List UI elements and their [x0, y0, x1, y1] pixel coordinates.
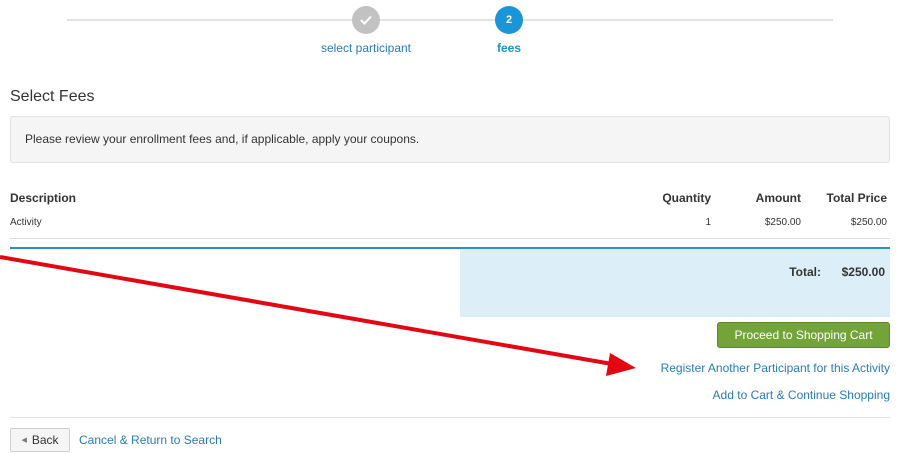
- proceed-to-cart-button[interactable]: Proceed to Shopping Cart: [717, 322, 890, 348]
- triangle-left-icon: ◀: [21, 437, 27, 444]
- stepper-line: [380, 19, 495, 21]
- progress-stepper: 2 select participant fees: [0, 0, 905, 70]
- back-button-label: Back: [31, 433, 59, 447]
- add-to-cart-continue-link[interactable]: Add to Cart & Continue Shopping: [713, 388, 890, 402]
- column-header-quantity: Quantity: [662, 191, 711, 205]
- fee-total-price: $250.00: [804, 213, 890, 239]
- column-header-amount: Amount: [755, 191, 801, 205]
- step-select-participant-label[interactable]: select participant: [287, 41, 445, 55]
- register-another-participant-link[interactable]: Register Another Participant for this Ac…: [661, 361, 890, 375]
- table-header-row: Description Quantity Amount Total Price: [10, 188, 890, 213]
- stepper-line: [523, 19, 833, 21]
- info-notice: Please review your enrollment fees and, …: [10, 116, 890, 163]
- column-header-description: Description: [10, 191, 77, 205]
- checkmark-icon: [360, 15, 372, 25]
- page-title: Select Fees: [10, 88, 95, 105]
- column-header-total-price: Total Price: [826, 191, 887, 205]
- footer-divider: [10, 417, 890, 418]
- cancel-return-to-search-link[interactable]: Cancel & Return to Search: [79, 433, 222, 447]
- step-select-participant-circle[interactable]: [352, 6, 380, 34]
- back-button[interactable]: ◀ Back: [10, 428, 70, 452]
- step-fees-label: fees: [496, 41, 522, 55]
- totals-panel: Total: $250.00: [460, 249, 890, 317]
- fee-quantity: 1: [624, 213, 714, 239]
- table-row: Activity 1 $250.00 $250.00: [10, 213, 890, 239]
- stepper-line: [67, 19, 352, 21]
- fee-description: Activity: [10, 213, 624, 239]
- step-fees-circle: 2: [495, 6, 523, 34]
- total-value: $250.00: [841, 265, 885, 279]
- fees-table: Description Quantity Amount Total Price …: [10, 188, 890, 239]
- fee-amount: $250.00: [714, 213, 804, 239]
- total-label: Total:: [789, 265, 821, 279]
